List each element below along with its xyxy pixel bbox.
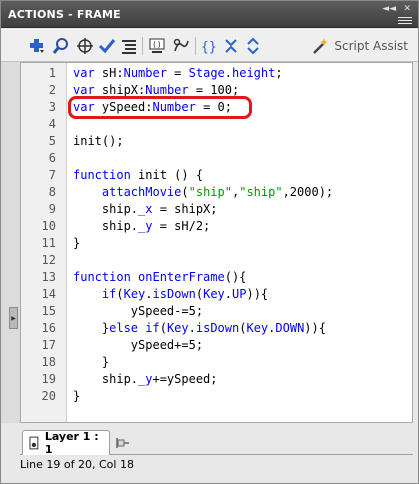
line-number: 15 xyxy=(41,304,56,318)
line-number: 14 xyxy=(41,287,56,301)
line-number: 9 xyxy=(48,202,56,216)
auto-format-icon xyxy=(122,40,136,54)
check-syntax-icon xyxy=(98,39,116,54)
code-text: ship._y = sH/2; xyxy=(73,219,211,233)
code-line[interactable]: 14 if(Key.isDown(Key.UP)){ xyxy=(21,286,412,303)
script-assist-label: Script Assist xyxy=(334,39,408,53)
code-line[interactable]: 13 function onEnterFrame(){ xyxy=(21,269,412,286)
expand-toolbox-handle[interactable]: ▶ xyxy=(9,307,18,329)
find-button[interactable] xyxy=(51,36,71,56)
line-number: 17 xyxy=(41,338,56,352)
line-number: 10 xyxy=(41,219,56,233)
line-number: 11 xyxy=(41,236,56,250)
code-line[interactable]: 11} xyxy=(21,235,412,252)
code-line[interactable]: 18 } xyxy=(21,354,412,371)
code-line[interactable]: 5 init(); xyxy=(21,133,412,150)
line-number: 20 xyxy=(41,389,56,403)
code-text: ySpeed+=5; xyxy=(73,338,204,352)
check-syntax-button[interactable] xyxy=(97,36,117,56)
code-line[interactable]: 16 }else if(Key.isDown(Key.DOWN)){ xyxy=(21,320,412,337)
close-panel-icon[interactable]: ✕ xyxy=(403,4,411,14)
toolbar-separator xyxy=(142,37,143,55)
svg-text:(): () xyxy=(152,40,162,49)
actions-toolbar: () {} Script Assist xyxy=(1,29,418,62)
magic-wand-icon xyxy=(313,38,329,54)
code-text: ship._y+=ySpeed; xyxy=(73,372,218,386)
show-code-hint-button[interactable]: () xyxy=(147,36,167,56)
actions-toolbox-strip: ▶ xyxy=(1,62,20,423)
chevron-right-icon: ▶ xyxy=(11,314,16,322)
collapse-between-braces-button[interactable]: {} xyxy=(199,36,219,56)
svg-text:{}: {} xyxy=(201,40,217,55)
code-line[interactable]: 15 ySpeed-=5; xyxy=(21,303,412,320)
script-editor[interactable]: 1 var sH:Number = Stage.height; 2 var shipX… xyxy=(20,62,413,423)
code-text: function init () { xyxy=(73,168,204,182)
code-text: init(); xyxy=(73,134,124,148)
find-icon xyxy=(52,38,68,54)
code-text: function onEnterFrame(){ xyxy=(73,270,247,284)
code-text: } xyxy=(73,236,81,250)
add-statement-button[interactable] xyxy=(27,36,47,56)
code-text: } xyxy=(73,389,81,403)
insert-target-path-button[interactable] xyxy=(75,36,95,56)
collapse-selection-button[interactable] xyxy=(221,36,241,56)
auto-format-button[interactable] xyxy=(119,36,139,56)
code-text: } xyxy=(73,355,110,369)
line-number: 3 xyxy=(48,100,56,114)
code-text: if(Key.isDown(Key.UP)){ xyxy=(101,287,269,301)
code-line[interactable]: 8 attachMovie("ship","ship",2000); xyxy=(21,184,412,201)
panel-menu-icon[interactable] xyxy=(398,15,412,25)
script-assist-button[interactable]: Script Assist xyxy=(311,37,408,55)
debug-options-icon xyxy=(173,38,189,52)
title-bar[interactable]: ACTIONS - FRAME ◄◄ ✕ xyxy=(1,1,418,28)
collapse-between-braces-icon: {} xyxy=(201,40,217,55)
line-number: 5 xyxy=(48,134,56,148)
code-line[interactable]: 6 xyxy=(21,150,412,167)
line-number: 6 xyxy=(48,151,56,165)
expand-all-button[interactable] xyxy=(243,36,263,56)
insert-target-path-icon xyxy=(77,38,93,54)
code-line[interactable]: 12 xyxy=(21,252,412,269)
tab-layer-1[interactable]: Layer 1 : 1 xyxy=(22,430,110,456)
line-number: 12 xyxy=(41,253,56,267)
line-number: 4 xyxy=(48,117,56,131)
code-line[interactable]: 7 function init () { xyxy=(21,167,412,184)
code-line[interactable]: 17 ySpeed+=5; xyxy=(21,337,412,354)
code-text: }else if(Key.isDown(Key.DOWN)){ xyxy=(73,321,326,335)
code-line[interactable]: 1 var sH:Number = Stage.height; xyxy=(21,65,412,82)
panel-title: ACTIONS - FRAME xyxy=(8,8,121,21)
layer-icon xyxy=(29,436,39,450)
layer-tab-bar: Layer 1 : 1 xyxy=(20,430,413,456)
debug-options-button[interactable] xyxy=(171,36,191,56)
line-number: 16 xyxy=(41,321,56,335)
line-number: 2 xyxy=(48,83,56,97)
code-line[interactable]: 20} xyxy=(21,388,412,405)
line-number: 13 xyxy=(41,270,56,284)
status-bar: Line 19 of 20, Col 18 xyxy=(20,458,134,471)
tab-label: Layer 1 : 1 xyxy=(44,430,99,456)
collapse-selection-icon xyxy=(225,39,237,53)
line-number: 8 xyxy=(48,185,56,199)
highlighted-line-marker xyxy=(68,96,252,119)
add-statement-icon xyxy=(30,39,44,53)
code-text: var sH:Number = Stage.height; xyxy=(73,66,283,80)
code-text: ySpeed-=5; xyxy=(73,304,204,318)
code-text: ship._x = shipX; xyxy=(73,202,218,216)
code-line[interactable]: 9 ship._x = shipX; xyxy=(21,201,412,218)
code-hint-icon: () xyxy=(149,38,165,53)
line-number: 19 xyxy=(41,372,56,386)
expand-all-icon xyxy=(247,37,259,55)
code-text: attachMovie("ship","ship",2000); xyxy=(101,185,334,199)
code-line[interactable]: 10 ship._y = sH/2; xyxy=(21,218,412,235)
actions-panel: ACTIONS - FRAME ◄◄ ✕ () {} Script Assist… xyxy=(0,0,419,484)
collapse-panel-icon[interactable]: ◄◄ xyxy=(382,4,396,14)
code-line[interactable]: 19 ship._y+=ySpeed; xyxy=(21,371,412,388)
line-number: 18 xyxy=(41,355,56,369)
toolbar-separator xyxy=(195,37,196,55)
pin-script-icon[interactable] xyxy=(116,436,130,450)
line-number: 1 xyxy=(48,66,56,80)
line-number: 7 xyxy=(48,168,56,182)
